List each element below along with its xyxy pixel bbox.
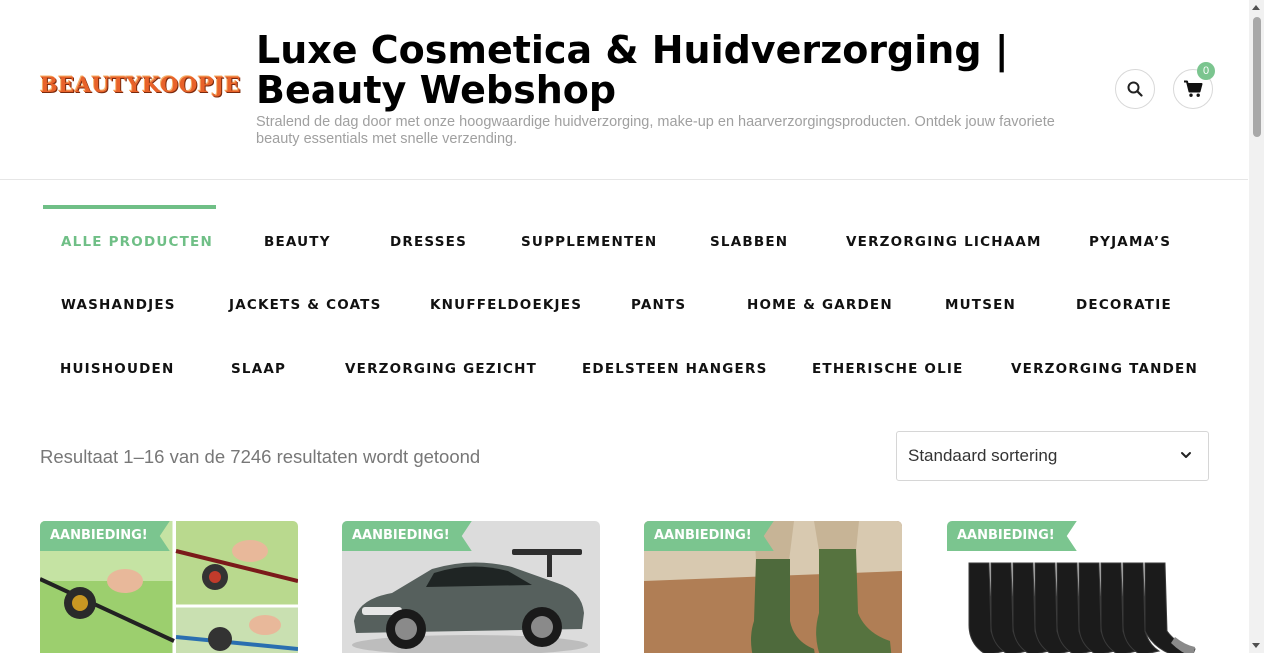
product-card[interactable]: AANBIEDING! bbox=[947, 521, 1205, 653]
site-logo[interactable]: BEAUTYKOOPJE bbox=[40, 72, 241, 97]
nav-item-verzorging-tanden[interactable]: VERZORGING TANDEN bbox=[1011, 361, 1198, 377]
scroll-up-arrow[interactable] bbox=[1252, 5, 1260, 10]
nav-item-knuffeldoekjes[interactable]: KNUFFELDOEKJES bbox=[430, 297, 582, 313]
search-icon bbox=[1127, 81, 1143, 97]
nav-item-mutsen[interactable]: MUTSEN bbox=[945, 297, 1016, 313]
nav-item-etherische-olie[interactable]: ETHERISCHE OLIE bbox=[812, 361, 964, 377]
sale-badge: AANBIEDING! bbox=[644, 521, 774, 551]
shopping-cart-icon bbox=[1184, 80, 1203, 97]
nav-item-home-garden[interactable]: HOME & GARDEN bbox=[747, 297, 893, 313]
nav-item-slaap[interactable]: SLAAP bbox=[231, 361, 286, 377]
result-count: Resultaat 1–16 van de 7246 resultaten wo… bbox=[40, 446, 481, 467]
nav-item-pants[interactable]: PANTS bbox=[631, 297, 686, 313]
nav-item-verzorging-gezicht[interactable]: VERZORGING GEZICHT bbox=[345, 361, 537, 377]
nav-item-decoratie[interactable]: DECORATIE bbox=[1076, 297, 1172, 313]
site-title[interactable]: Luxe Cosmetica & Huidverzorging | Beauty… bbox=[256, 30, 1056, 110]
nav-item-verzorging-lichaam[interactable]: VERZORGING LICHAAM bbox=[846, 234, 1042, 250]
site-tagline: Stralend de dag door met onze hoogwaardi… bbox=[256, 114, 1055, 147]
scroll-down-arrow[interactable] bbox=[1252, 643, 1260, 648]
product-card[interactable]: AANBIEDING! bbox=[40, 521, 298, 653]
search-button[interactable] bbox=[1115, 69, 1155, 109]
product-card[interactable]: AANBIEDING! bbox=[342, 521, 600, 653]
nav-item-pyjamas[interactable]: PYJAMA’S bbox=[1089, 234, 1171, 250]
vertical-scrollbar[interactable] bbox=[1249, 0, 1264, 653]
sort-select[interactable]: Standaard sortering bbox=[896, 431, 1209, 481]
nav-item-beauty[interactable]: BEAUTY bbox=[264, 234, 331, 250]
nav-item-jackets-coats[interactable]: JACKETS & COATS bbox=[229, 297, 382, 313]
nav-item-edelsteen-hangers[interactable]: EDELSTEEN HANGERS bbox=[582, 361, 768, 377]
cart-count-badge: 0 bbox=[1197, 62, 1215, 80]
scrollbar-thumb[interactable] bbox=[1253, 17, 1261, 137]
sort-selected-value: Standaard sortering bbox=[908, 446, 1058, 465]
nav-item-dresses[interactable]: DRESSES bbox=[390, 234, 467, 250]
sale-badge: AANBIEDING! bbox=[342, 521, 472, 551]
site-header: BEAUTYKOOPJE Luxe Cosmetica & Huidverzor… bbox=[0, 0, 1248, 180]
product-card[interactable]: AANBIEDING! bbox=[644, 521, 902, 653]
nav-item-washandjes[interactable]: WASHANDJES bbox=[61, 297, 176, 313]
nav-item-alle-producten[interactable]: ALLE PRODUCTEN bbox=[61, 234, 213, 250]
nav-item-slabben[interactable]: SLABBEN bbox=[710, 234, 788, 250]
sale-badge: AANBIEDING! bbox=[947, 521, 1077, 551]
active-nav-indicator bbox=[43, 205, 216, 209]
chevron-down-icon bbox=[1181, 452, 1191, 458]
sale-badge: AANBIEDING! bbox=[40, 521, 170, 551]
nav-item-supplementen[interactable]: SUPPLEMENTEN bbox=[521, 234, 657, 250]
nav-item-huishouden[interactable]: HUISHOUDEN bbox=[60, 361, 174, 377]
